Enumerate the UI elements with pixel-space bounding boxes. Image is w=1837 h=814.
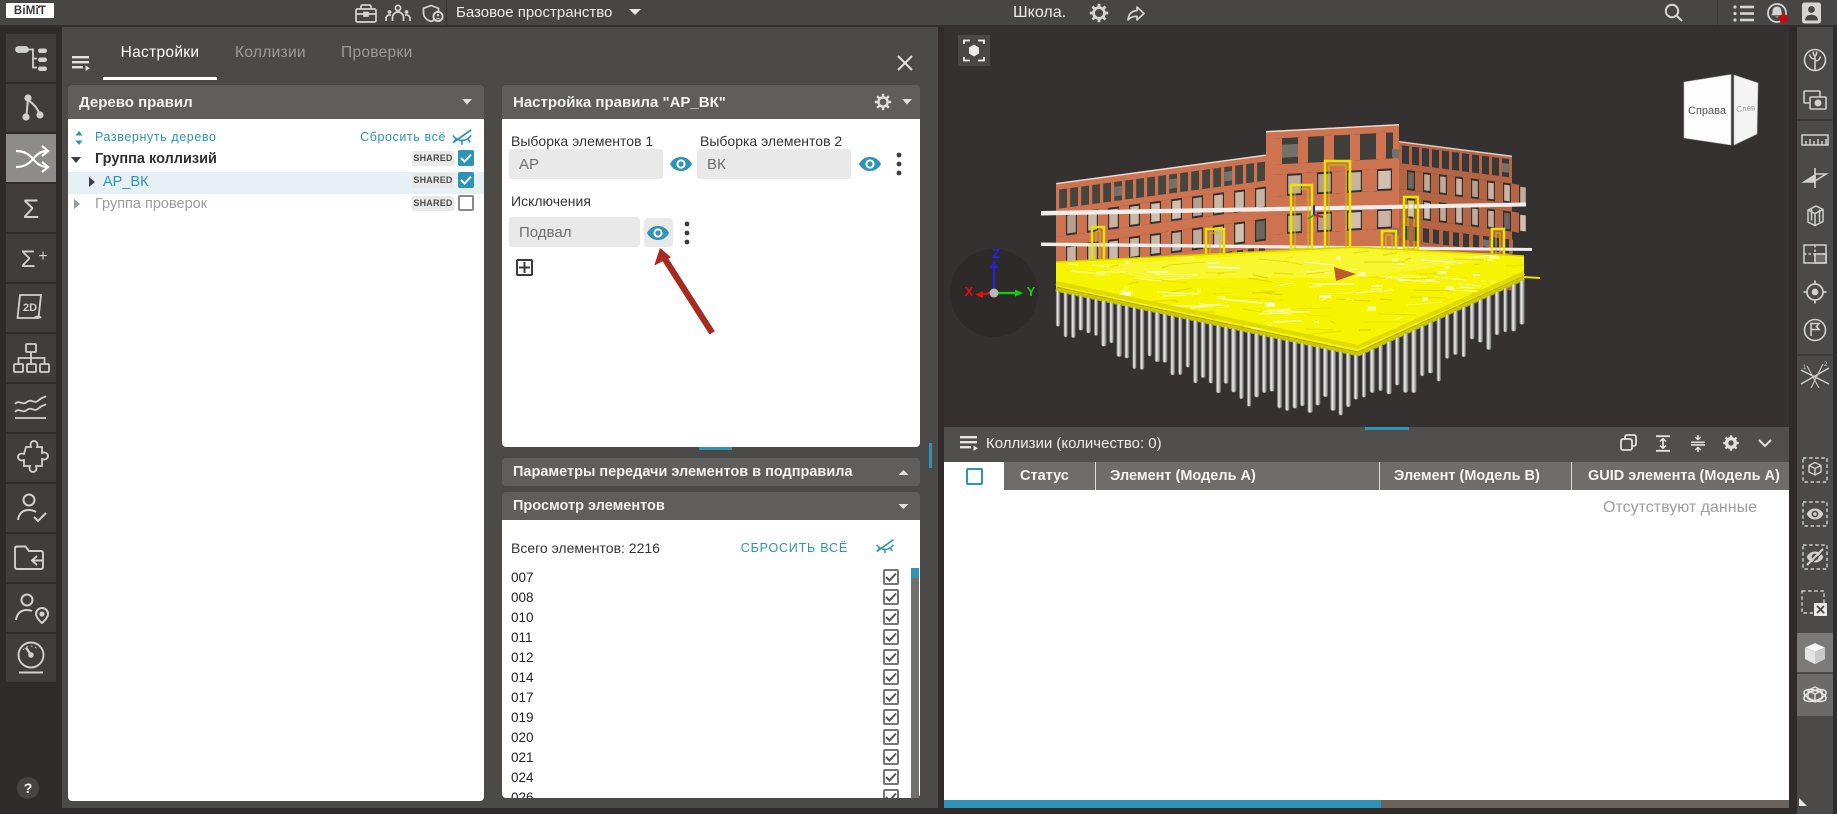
svg-text:2D: 2D bbox=[23, 302, 37, 314]
svg-text:Y: Y bbox=[1027, 284, 1036, 299]
svg-text:Σ: Σ bbox=[21, 246, 36, 273]
svg-text:X: X bbox=[965, 284, 974, 299]
svg-text:Σ: Σ bbox=[23, 194, 40, 224]
svg-text:Z: Z bbox=[992, 246, 1000, 261]
svg-text:Справа: Справа bbox=[1688, 105, 1727, 117]
svg-text:+: + bbox=[38, 248, 47, 265]
svg-text:1: 1 bbox=[1803, 365, 1807, 371]
svg-text:2: 2 bbox=[1824, 362, 1828, 368]
